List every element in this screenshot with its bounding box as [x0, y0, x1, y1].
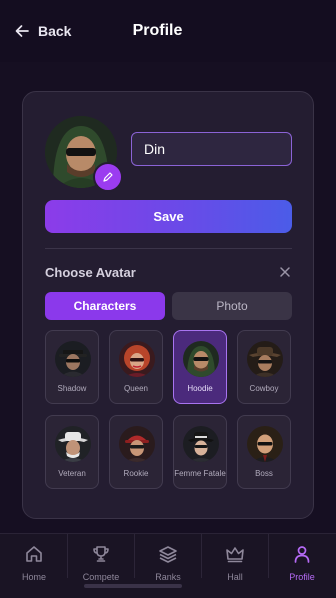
trophy-icon [93, 546, 109, 562]
crown-icon [226, 547, 244, 563]
profile-card: Save Choose Avatar Characters Photo Shad… [22, 91, 314, 519]
avatar-tile-queen[interactable]: Queen [109, 330, 163, 404]
avatar-tile-femme-fatale[interactable]: Femme Fatale [173, 415, 227, 489]
nav-item-profile[interactable]: Profile [269, 534, 335, 598]
avatar-shadow-image [55, 341, 91, 377]
avatar-tile-shadow[interactable]: Shadow [45, 330, 99, 404]
nav-label: Home [21, 572, 46, 582]
pencil-icon [103, 172, 113, 182]
top-bar: Back Profile [0, 0, 336, 62]
nav-item-ranks[interactable]: Ranks [135, 534, 201, 598]
avatar-label: Queen [123, 384, 149, 393]
layers-icon [159, 546, 177, 563]
avatar-femme-fatale-image [183, 426, 219, 462]
tab-photo[interactable]: Photo [172, 292, 292, 320]
avatar-tile-rookie[interactable]: Rookie [109, 415, 163, 489]
choose-avatar-heading: Choose Avatar [45, 265, 136, 280]
avatar-tile-veteran[interactable]: Veteran [45, 415, 99, 489]
avatar-label: Veteran [58, 469, 86, 478]
nav-label: Compete [82, 572, 120, 582]
nav-label: Hall [227, 572, 243, 582]
avatar-label: Femme Fatale [174, 469, 226, 478]
avatar-tile-boss[interactable]: Boss [237, 415, 291, 489]
page-title: Profile [132, 22, 183, 39]
close-icon[interactable] [278, 265, 292, 279]
avatar-tile-hoodie[interactable]: Hoodie [173, 330, 227, 404]
user-icon [294, 546, 310, 563]
bottom-nav: Home Compete Ranks Hall Profile [0, 533, 336, 598]
avatar-label: Cowboy [249, 384, 279, 393]
avatar-cowboy-image [247, 341, 283, 377]
avatar-label: Shadow [57, 384, 87, 393]
avatar-label: Hoodie [187, 384, 213, 393]
avatar-rookie-image [119, 426, 155, 462]
avatar-label: Boss [255, 469, 273, 478]
edit-avatar-button[interactable] [93, 162, 123, 192]
avatar-label: Rookie [123, 469, 149, 478]
nav-label: Profile [289, 572, 315, 582]
nav-item-hall[interactable]: Hall [202, 534, 268, 598]
avatar-veteran-image [55, 426, 91, 462]
avatar-queen-image [119, 341, 155, 377]
nav-indicator [84, 584, 182, 588]
name-input[interactable] [131, 132, 292, 166]
tab-characters[interactable]: Characters [45, 292, 165, 320]
avatar-hoodie-image [183, 341, 219, 377]
divider [45, 248, 292, 249]
home-icon [26, 546, 42, 562]
save-button[interactable]: Save [45, 200, 292, 233]
nav-label: Ranks [155, 572, 181, 582]
avatar-boss-image [247, 426, 283, 462]
nav-item-home[interactable]: Home [1, 534, 67, 598]
avatar-tile-cowboy[interactable]: Cowboy [237, 330, 291, 404]
nav-item-compete[interactable]: Compete [68, 534, 134, 598]
